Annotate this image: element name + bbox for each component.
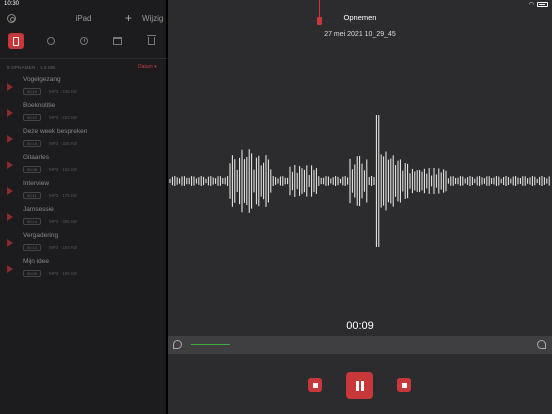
pause-icon — [355, 380, 364, 391]
recording-duration: 00:12 — [23, 114, 42, 121]
recording-info: MP3 · 152 KB — [49, 167, 78, 172]
recording-name: Boeknotitie — [23, 102, 56, 109]
speech-bubble-left-icon[interactable] — [173, 340, 182, 349]
recording-info: MP3 · 180 KB — [49, 271, 78, 276]
list-item[interactable]: Interview 00:11 MP3 · 176 KB — [0, 179, 167, 203]
recording-name: Gitaarles — [23, 154, 50, 161]
recording-info: MP3 · 326 KB — [49, 141, 78, 146]
list-item[interactable]: Mijn idee 00:09 MP3 · 180 KB — [0, 257, 167, 281]
recording-info: MP3 · 176 KB — [49, 193, 78, 198]
list-item[interactable]: Vogelgezang 00:10 MP3 · 246 KB — [0, 75, 167, 99]
add-button[interactable]: + — [125, 11, 132, 25]
sidebar-header: iPad + Wijzig — [0, 9, 167, 29]
play-icon[interactable] — [7, 213, 13, 221]
play-icon[interactable] — [7, 187, 13, 195]
page-title: Opnemen — [343, 13, 377, 22]
device-filter-button[interactable] — [8, 33, 24, 49]
list-item[interactable]: Deze week bespreken 00:15 MP3 · 326 KB — [0, 127, 167, 151]
recording-name: Jamsessie — [23, 206, 54, 213]
list-summary: 8 OPNAMEN · 1.6 MB — [7, 65, 56, 70]
marker-button[interactable] — [308, 378, 322, 392]
recording-info: MP3 · 306 KB — [49, 219, 78, 224]
play-icon[interactable] — [7, 265, 13, 273]
recordings-sidebar: iPad + Wijzig 8 OPNAMEN · 1.6 MB Datum ▾… — [0, 0, 167, 414]
alarm-filter-button[interactable] — [43, 33, 59, 49]
sort-button[interactable]: Datum ▾ — [138, 64, 157, 70]
recording-duration: 00:10 — [23, 88, 42, 95]
pause-button[interactable] — [346, 372, 373, 399]
recent-filter-button[interactable] — [76, 33, 92, 49]
play-icon[interactable] — [7, 239, 13, 247]
play-icon[interactable] — [7, 135, 13, 143]
recording-duration: 00:11 — [23, 192, 41, 199]
list-item[interactable]: Jamsessie 00:14 MP3 · 306 KB — [0, 205, 167, 229]
divider — [0, 58, 167, 59]
recording-info: MP3 · 246 KB — [49, 89, 78, 94]
recording-duration: 00:14 — [23, 218, 42, 225]
battery-icon — [537, 2, 548, 7]
status-time: 10:30 — [4, 1, 20, 7]
status-icons: ◠ — [529, 1, 548, 8]
recording-title[interactable]: 27 mei 2021 10_29_45 — [168, 31, 552, 38]
playhead-handle[interactable] — [317, 17, 322, 25]
clock-icon — [80, 37, 88, 45]
recording-info: MP3 · 224 KB — [49, 245, 78, 250]
play-icon[interactable] — [7, 83, 13, 91]
recording-duration: 00:08 — [23, 166, 42, 173]
list-item[interactable]: Vergadering 00:13 MP3 · 224 KB — [0, 231, 167, 255]
trash-icon — [146, 35, 156, 45]
speech-bubble-right-icon[interactable] — [537, 340, 546, 349]
waveform — [169, 115, 550, 247]
flag-icon — [312, 382, 318, 388]
timeline-scrubber[interactable] — [168, 336, 552, 354]
recording-name: Interview — [23, 180, 50, 187]
alarm-icon — [47, 37, 55, 45]
recording-name: Deze week bespreken — [23, 128, 88, 135]
status-bar: 10:30 ◠ — [0, 0, 552, 9]
elapsed-timer: 00:09 — [346, 320, 374, 332]
recording-duration: 00:09 — [23, 270, 42, 277]
stop-button[interactable] — [397, 378, 411, 392]
recording-name: Mijn idee — [23, 258, 50, 265]
trash-button[interactable] — [143, 33, 159, 49]
list-item[interactable]: Boeknotitie 00:12 MP3 · 224 KB — [0, 101, 167, 125]
recording-duration: 00:13 — [23, 244, 42, 251]
stop-icon — [401, 382, 407, 388]
calendar-icon — [112, 37, 122, 45]
timeline-progress — [191, 344, 230, 345]
play-icon[interactable] — [7, 161, 13, 169]
calendar-filter-button[interactable] — [109, 33, 125, 49]
play-icon[interactable] — [7, 109, 13, 117]
filter-toolbar — [0, 31, 167, 53]
wifi-icon: ◠ — [528, 2, 534, 8]
tablet-icon — [13, 36, 19, 46]
edit-button[interactable]: Wijzig — [142, 14, 163, 23]
recording-name: Vergadering — [23, 232, 59, 239]
list-item[interactable]: Gitaarles 00:08 MP3 · 152 KB — [0, 153, 167, 177]
recording-duration: 00:15 — [23, 140, 42, 147]
recording-info: MP3 · 224 KB — [49, 115, 78, 120]
recording-name: Vogelgezang — [23, 76, 61, 83]
recording-pane: Opnemen 27 mei 2021 10_29_45 00:09 — [168, 0, 552, 414]
